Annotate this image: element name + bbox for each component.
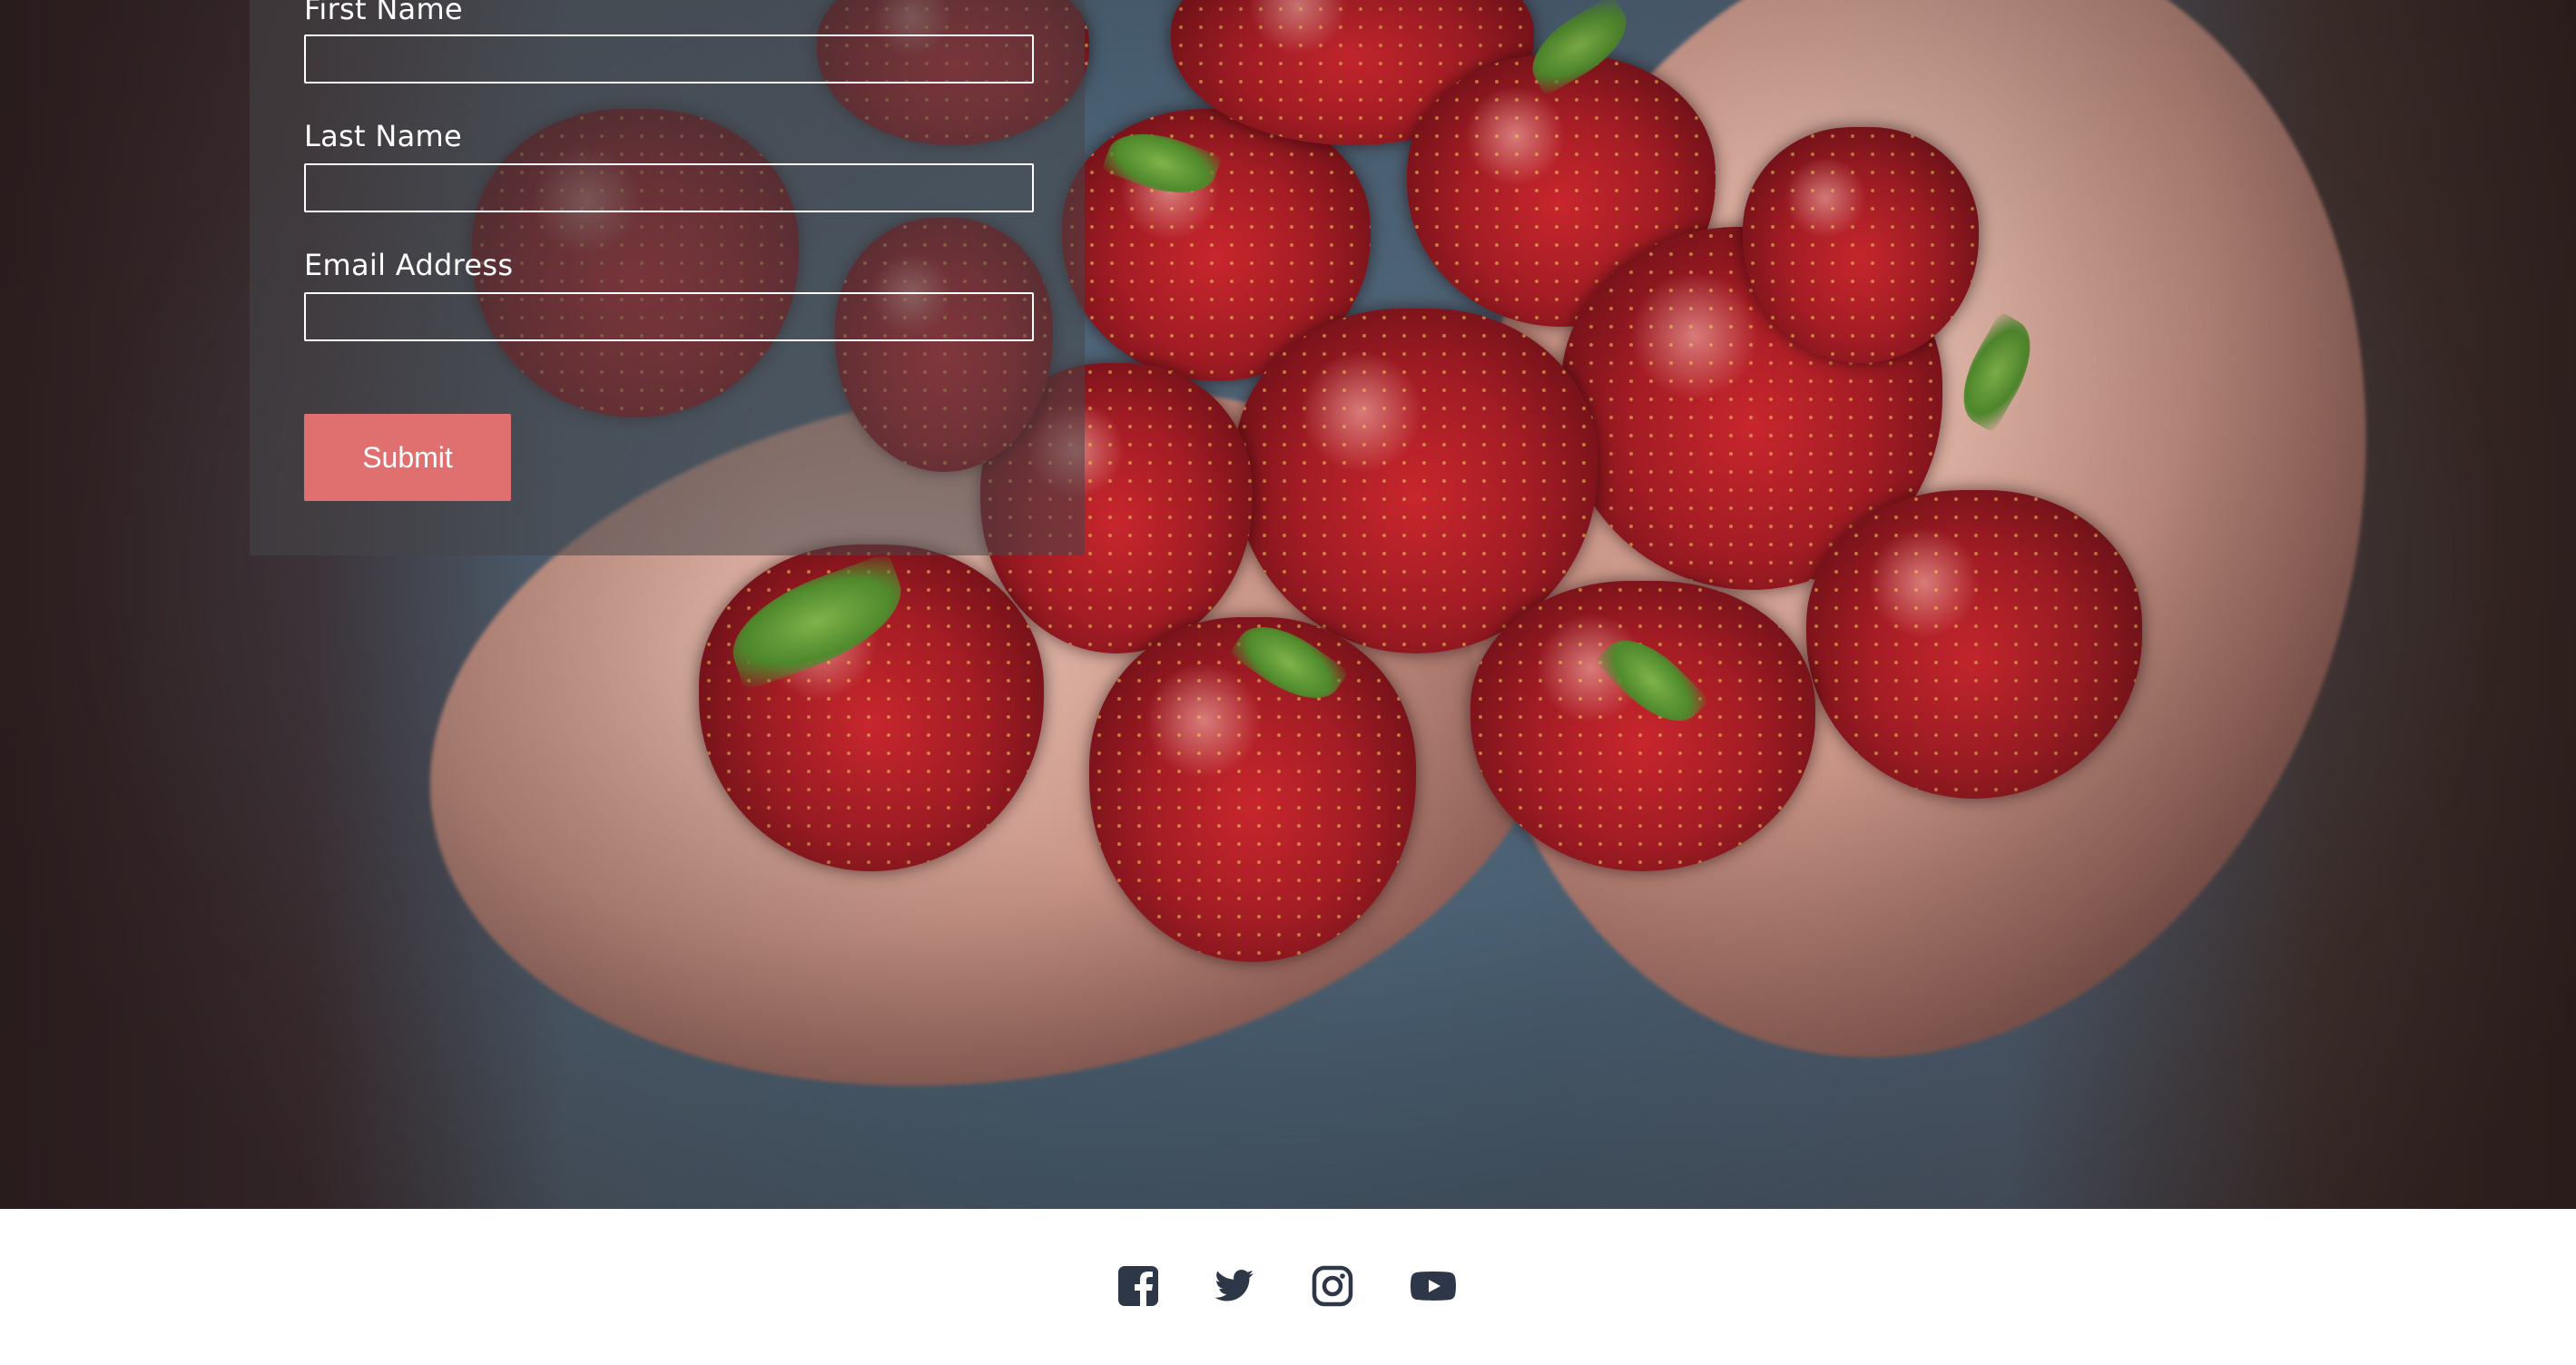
twitter-icon[interactable]: [1212, 1263, 1257, 1309]
submit-button[interactable]: Submit: [304, 414, 511, 501]
facebook-icon[interactable]: [1116, 1263, 1161, 1309]
last-name-label: Last Name: [304, 119, 462, 153]
signup-form: First Name Last Name Email Address Submi…: [250, 0, 1085, 555]
last-name-input[interactable]: [304, 163, 1034, 212]
youtube-icon[interactable]: [1410, 1263, 1457, 1309]
email-label: Email Address: [304, 248, 514, 282]
first-name-label: First Name: [304, 0, 463, 26]
hero-background: First Name Last Name Email Address Submi…: [0, 0, 2576, 1209]
first-name-input[interactable]: [304, 34, 1034, 83]
footer: [0, 1209, 2576, 1365]
email-input[interactable]: [304, 292, 1034, 341]
instagram-icon[interactable]: [1310, 1263, 1355, 1309]
